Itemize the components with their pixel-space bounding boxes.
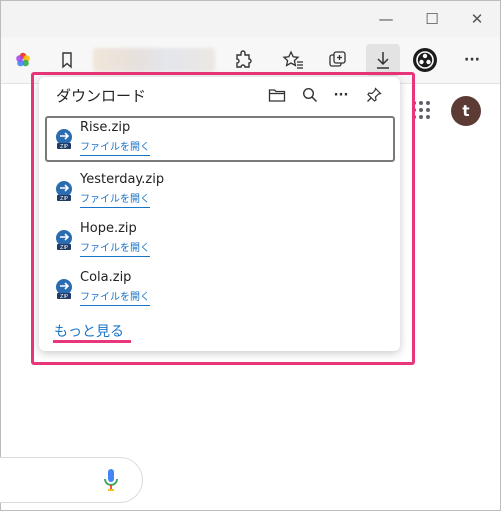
favorites-star-icon[interactable] — [279, 46, 307, 74]
close-button[interactable]: ✕ — [467, 9, 487, 29]
downloads-panel: ダウンロード ··· ZIP Rise.zip ファイルを開く ZIP Yest… — [39, 77, 400, 351]
minimize-button[interactable]: — — [376, 9, 396, 29]
search-icon[interactable] — [298, 83, 322, 107]
profile-emblem-icon[interactable] — [411, 46, 439, 74]
open-file-link[interactable]: ファイルを開く — [80, 239, 150, 257]
open-folder-icon[interactable] — [265, 83, 289, 107]
file-name: Hope.zip — [80, 221, 137, 236]
more-options-icon[interactable]: ··· — [329, 83, 353, 107]
open-file-link[interactable]: ファイルを開く — [80, 138, 150, 156]
address-bar-blurred[interactable] — [93, 48, 215, 72]
svg-text:ZIP: ZIP — [60, 144, 68, 150]
downloads-title: ダウンロード — [56, 87, 147, 105]
svg-text:ZIP: ZIP — [60, 294, 68, 300]
avatar[interactable]: t — [451, 96, 481, 126]
zip-file-icon: ZIP — [55, 229, 75, 253]
svg-text:ZIP: ZIP — [60, 245, 68, 251]
search-bar[interactable] — [0, 457, 143, 503]
see-more-link[interactable]: もっと見る — [54, 321, 124, 341]
file-name: Yesterday.zip — [80, 172, 165, 187]
title-bar: — ☐ ✕ — [1, 1, 500, 37]
microphone-icon[interactable] — [103, 467, 119, 497]
download-item[interactable]: ZIP Hope.zip ファイルを開く — [45, 217, 395, 263]
bookmark-icon[interactable] — [53, 46, 81, 74]
extensions-puzzle-icon[interactable] — [230, 46, 258, 74]
open-file-link[interactable]: ファイルを開く — [80, 190, 150, 208]
zip-file-icon: ZIP — [55, 180, 75, 204]
download-item[interactable]: ZIP Cola.zip ファイルを開く — [45, 266, 395, 312]
see-more-underline — [53, 340, 131, 343]
zip-file-icon: ZIP — [55, 278, 75, 302]
open-file-link[interactable]: ファイルを開く — [80, 288, 150, 306]
color-wheel-icon[interactable] — [9, 46, 37, 74]
maximize-button[interactable]: ☐ — [422, 9, 442, 29]
file-name: Cola.zip — [80, 270, 132, 285]
collections-icon[interactable] — [324, 46, 352, 74]
file-name: Rise.zip — [80, 120, 131, 135]
download-item[interactable]: ZIP Yesterday.zip ファイルを開く — [45, 168, 395, 214]
more-menu-icon[interactable]: ··· — [458, 46, 486, 74]
pin-icon[interactable] — [362, 83, 386, 107]
download-item[interactable]: ZIP Rise.zip ファイルを開く — [45, 116, 395, 162]
svg-text:ZIP: ZIP — [60, 196, 68, 202]
zip-file-icon: ZIP — [55, 128, 75, 152]
